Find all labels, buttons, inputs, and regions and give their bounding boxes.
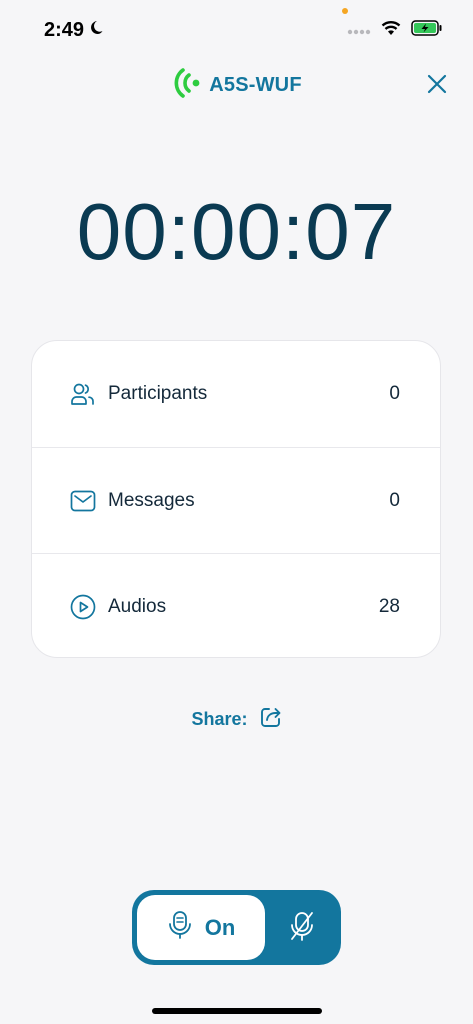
close-icon (427, 74, 447, 94)
play-circle-icon (70, 594, 96, 620)
stats-card: Participants 0 Messages 0 Audios 28 (31, 340, 441, 658)
stats-label-participants: Participants (108, 383, 208, 404)
share-icon[interactable] (260, 706, 282, 733)
header-brand: A5S-WUF (0, 64, 473, 107)
stats-count-participants: 0 (389, 383, 400, 404)
brand-name: A5S-WUF (209, 74, 302, 96)
envelope-icon (70, 488, 96, 514)
home-indicator[interactable] (152, 1008, 322, 1014)
status-icons (347, 20, 443, 41)
mic-toggle[interactable]: On (132, 890, 341, 965)
mic-off-button[interactable] (285, 910, 319, 944)
elapsed-timer: 00:00:07 (76, 187, 397, 276)
stats-row-messages[interactable]: Messages 0 (32, 447, 440, 553)
privacy-indicator-dot (342, 8, 348, 14)
stats-count-audios: 28 (378, 595, 400, 617)
share-label: Share: (191, 709, 248, 729)
mic-on-button[interactable]: On (137, 895, 265, 960)
stats-count-messages: 0 (389, 489, 400, 511)
close-button[interactable] (423, 70, 451, 98)
stats-label-audios: Audios (108, 595, 167, 617)
battery-charging-icon (411, 20, 443, 41)
microphone-icon (167, 910, 193, 945)
signal-dots-icon (347, 22, 371, 40)
broadcast-icon (171, 64, 201, 107)
wifi-icon (381, 20, 401, 41)
share-row[interactable]: Share: (0, 706, 473, 733)
status-time: 2:49 (44, 19, 104, 42)
participants-icon (70, 381, 96, 407)
stats-row-audios[interactable]: Audios 28 (32, 553, 440, 657)
mic-on-label: On (204, 914, 236, 940)
stats-row-participants[interactable]: Participants 0 (32, 341, 440, 447)
moon-icon (90, 19, 104, 42)
microphone-off-icon (291, 912, 313, 941)
stats-label-messages: Messages (108, 489, 195, 511)
